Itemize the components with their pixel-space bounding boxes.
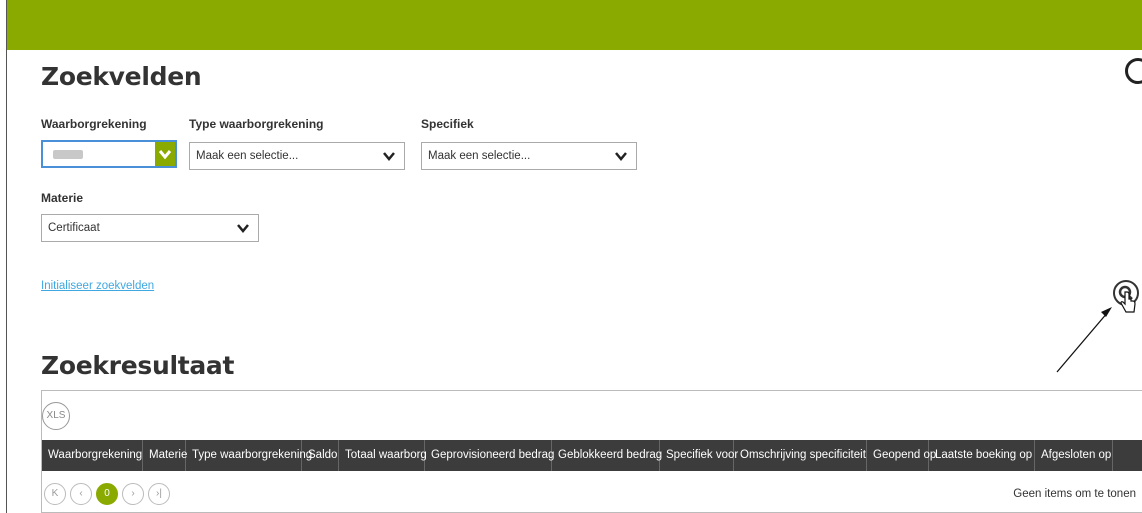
- column-header[interactable]: Geblokkeerd bedrag: [552, 440, 662, 471]
- column-header[interactable]: Specifiek voor: [660, 440, 738, 471]
- column-header[interactable]: Type waarborgrekening: [186, 440, 312, 471]
- prev-page-button[interactable]: ‹: [70, 483, 92, 505]
- column-header[interactable]: Materie: [143, 440, 187, 471]
- results-table-header: Waarborgrekening Materie Type waarborgre…: [42, 440, 1142, 471]
- column-header[interactable]: Omschrijving specificiteit: [734, 440, 867, 471]
- column-header[interactable]: Geopend op: [867, 440, 936, 471]
- current-page[interactable]: 0: [96, 483, 118, 505]
- xls-icon[interactable]: XLS: [42, 402, 70, 430]
- first-page-button[interactable]: K: [44, 483, 66, 505]
- column-header[interactable]: Waarborgrekening: [42, 440, 143, 471]
- column-header[interactable]: Totaal waarborg: [339, 440, 427, 471]
- column-header[interactable]: Afgesloten op: [1035, 440, 1113, 471]
- column-header[interactable]: Laatste boeking op: [929, 440, 1035, 471]
- column-header[interactable]: Geprovisioneerd bedrag: [425, 440, 554, 471]
- next-page-button[interactable]: ›: [122, 483, 144, 505]
- pagination: K ‹ 0 › ›|: [44, 483, 170, 505]
- column-header[interactable]: Saldo: [302, 440, 339, 471]
- results-section-title: Zoekresultaat: [41, 351, 235, 380]
- empty-results-text: Geen items om te tonen: [1013, 488, 1136, 500]
- last-page-button[interactable]: ›|: [148, 483, 170, 505]
